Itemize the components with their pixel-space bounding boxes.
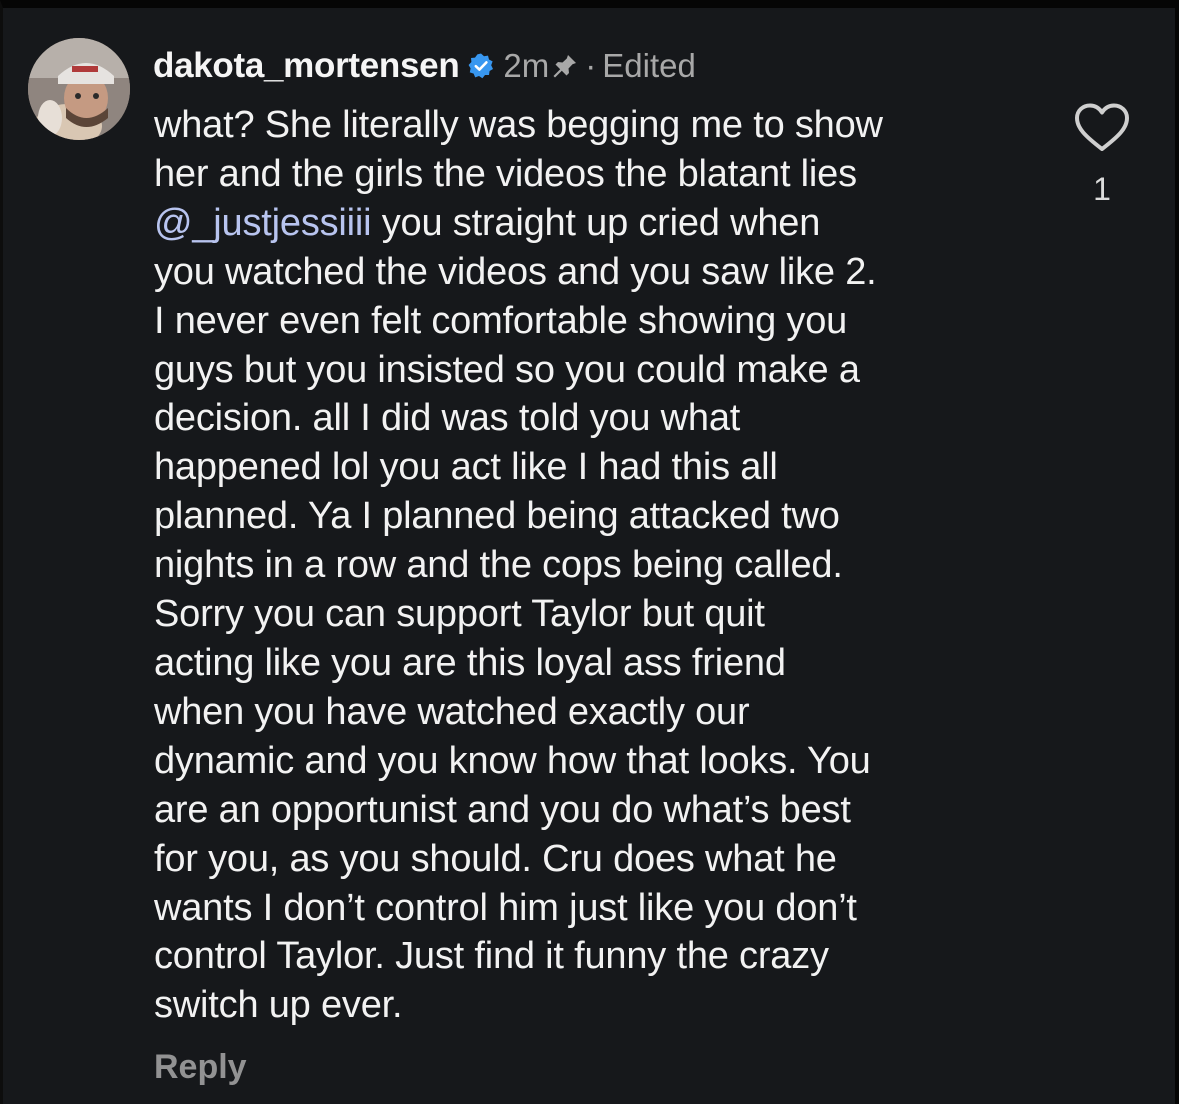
reply-button[interactable]: Reply [154, 1048, 247, 1087]
comment-line: @_justjessiiii you straight up cried whe… [154, 199, 1054, 248]
comment-line: you watched the videos and you saw like … [154, 250, 877, 293]
heart-outline-icon[interactable] [1073, 102, 1131, 154]
avatar-image [28, 38, 130, 140]
comment-line: I never even felt comfortable showing yo… [154, 299, 848, 342]
edited-label: Edited [602, 47, 696, 84]
comment-line: for you, as you should. Cru does what he [154, 837, 837, 880]
comment-line: planned. Ya I planned being attacked two [154, 495, 840, 538]
mention-link[interactable]: @_justjessiiii [154, 202, 372, 244]
comment-line: nights in a row and the cops being calle… [154, 544, 843, 587]
like-area: 1 [1071, 102, 1133, 208]
like-count: 1 [1093, 171, 1111, 207]
username[interactable]: dakota_mortensen [153, 46, 460, 86]
comment-line: dynamic and you know how that looks. You [154, 739, 871, 782]
avatar[interactable] [28, 38, 130, 140]
comment-line: what? She literally was begging me to sh… [154, 104, 883, 146]
comment-line: guys but you insisted so you could make … [154, 348, 860, 391]
comment-line: acting like you are this loyal ass frien… [154, 641, 786, 684]
comment-line-text: you straight up cried when [381, 201, 821, 244]
comment-line: happened lol you act like I had this all [154, 446, 778, 489]
comment-view: dakota_mortensen 2m · Edited what? She l… [0, 0, 1179, 1104]
separator-dot: · [585, 47, 597, 84]
comment-line: decision. all I did was told you what [154, 397, 741, 440]
comment-line: switch up ever. [154, 984, 403, 1027]
comment-line: wants I don’t control him just like you … [154, 886, 857, 929]
comment-body: what? She literally was begging me to sh… [154, 101, 1054, 1030]
timestamp: 2m [503, 47, 550, 84]
comment-line: her and the girls the videos the blatant… [154, 152, 857, 195]
comment-line: Sorry you can support Taylor but quit [154, 593, 765, 636]
comment-line: when you have watched exactly our [154, 690, 750, 733]
pin-icon [551, 52, 579, 80]
verified-badge-icon [467, 52, 495, 80]
comment-line: are an opportunist and you do what’s bes… [154, 788, 851, 831]
comment-header: dakota_mortensen 2m · Edited [153, 44, 696, 88]
comment-line: control Taylor. Just find it funny the c… [154, 935, 829, 978]
